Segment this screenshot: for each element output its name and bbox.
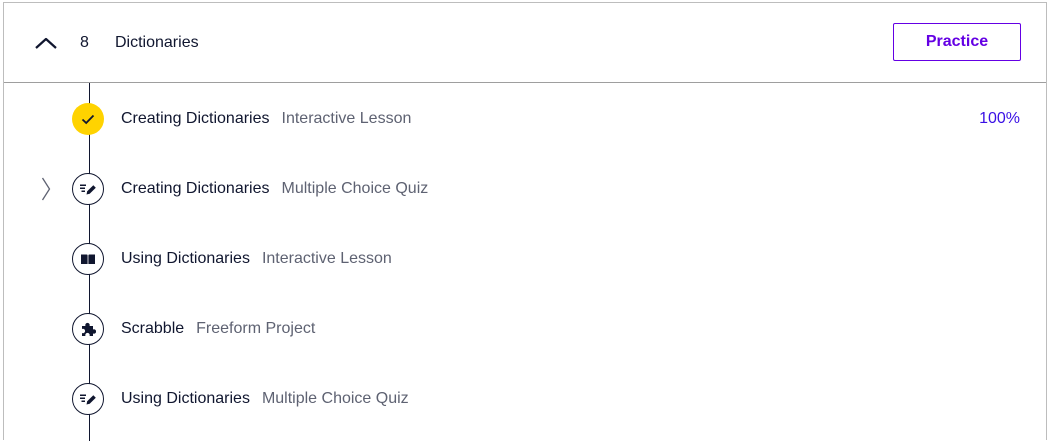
- item-name: Creating Dictionaries: [121, 180, 270, 197]
- item-name: Scrabble: [121, 320, 185, 337]
- chevron-right-icon: [41, 177, 51, 201]
- completed-status: [72, 103, 104, 135]
- not-started-status: [72, 173, 104, 205]
- module-header: 8 Dictionaries Practice: [4, 3, 1046, 83]
- puzzle-icon: [82, 322, 96, 336]
- list-item: Scrabble Freeform Project: [4, 293, 1046, 363]
- not-started-status: [72, 313, 104, 345]
- item-kind: Interactive Lesson: [281, 110, 412, 127]
- book-icon: [81, 254, 95, 264]
- practice-button[interactable]: Practice: [893, 23, 1021, 61]
- item-link[interactable]: Using Dictionaries Interactive Lesson: [121, 249, 392, 269]
- item-kind: Multiple Choice Quiz: [281, 180, 429, 197]
- not-started-status: [72, 383, 104, 415]
- expand-button[interactable]: [36, 175, 56, 203]
- list-item: Using Dictionaries Multiple Choice Quiz: [4, 363, 1046, 433]
- chevron-up-icon: [35, 37, 57, 49]
- item-name: Creating Dictionaries: [121, 110, 270, 127]
- item-name: Using Dictionaries: [121, 250, 250, 267]
- item-name: Using Dictionaries: [121, 390, 250, 407]
- progress-percent: 100%: [979, 110, 1020, 127]
- item-link[interactable]: Scrabble Freeform Project: [121, 319, 315, 339]
- list-item: Creating Dictionaries Interactive Lesson …: [4, 83, 1046, 153]
- item-kind: Interactive Lesson: [261, 250, 392, 267]
- not-started-status: [72, 243, 104, 275]
- item-kind: Multiple Choice Quiz: [261, 390, 409, 407]
- item-link[interactable]: Using Dictionaries Multiple Choice Quiz: [121, 389, 409, 409]
- checkmark-icon: [81, 114, 95, 124]
- list-item: Using Dictionaries Interactive Lesson: [4, 223, 1046, 293]
- quiz-pencil-icon: [80, 394, 96, 405]
- collapse-button[interactable]: [28, 28, 64, 58]
- item-link[interactable]: Creating Dictionaries Interactive Lesson: [121, 109, 411, 129]
- item-link[interactable]: Creating Dictionaries Multiple Choice Qui…: [121, 179, 428, 199]
- module-card: 8 Dictionaries Practice Creating Diction…: [3, 2, 1047, 441]
- item-kind: Freeform Project: [196, 320, 316, 337]
- quiz-pencil-icon: [80, 184, 96, 195]
- list-item: Creating Dictionaries Multiple Choice Qui…: [4, 153, 1046, 223]
- module-number: 8: [80, 34, 89, 51]
- module-title: Dictionaries: [115, 34, 199, 51]
